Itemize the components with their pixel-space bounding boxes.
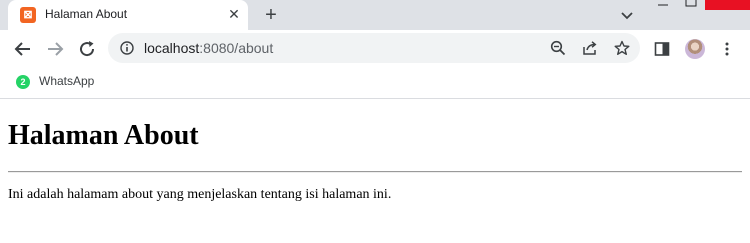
page-viewport: Halaman About Ini adalah halamam about y… xyxy=(0,99,750,243)
url-host: localhost xyxy=(144,40,200,56)
tab-title: Halaman About xyxy=(45,7,128,21)
forward-arrow-icon[interactable] xyxy=(44,38,66,60)
menu-kebab-icon[interactable] xyxy=(719,41,735,57)
bookmark-star-icon[interactable] xyxy=(614,40,630,56)
maximize-icon[interactable] xyxy=(680,0,702,10)
url-path: :8080/about xyxy=(199,40,274,56)
page-heading: Halaman About xyxy=(8,120,199,151)
page-paragraph: Ini adalah halamam about yang menjelaska… xyxy=(8,187,392,202)
zoom-icon[interactable] xyxy=(550,40,566,56)
tab-search-chevron-icon[interactable] xyxy=(618,6,636,24)
tab-close-icon[interactable]: ✕ xyxy=(226,6,242,22)
horizontal-rule xyxy=(8,171,742,173)
back-arrow-icon[interactable] xyxy=(12,38,34,60)
new-tab-button[interactable]: + xyxy=(260,4,282,26)
site-info-icon[interactable] xyxy=(120,41,134,55)
bookmarks-bar xyxy=(0,68,750,99)
window-close-button[interactable] xyxy=(705,0,750,10)
share-icon[interactable] xyxy=(582,40,598,56)
reload-icon[interactable] xyxy=(76,38,98,60)
xampp-favicon-icon: ⊠ xyxy=(20,7,36,23)
tab-halaman-about[interactable]: ⊠ Halaman About ✕ xyxy=(8,0,248,30)
address-bar[interactable]: localhost:8080/about xyxy=(108,33,640,63)
minimize-icon[interactable] xyxy=(652,0,674,10)
bookmark-whatsapp[interactable]: WhatsApp xyxy=(39,74,94,88)
url-text[interactable]: localhost:8080/about xyxy=(144,40,273,56)
whatsapp-icon[interactable]: 2 xyxy=(16,75,30,89)
side-panel-icon[interactable] xyxy=(654,41,670,57)
profile-avatar[interactable] xyxy=(685,39,705,59)
tab-strip: ⊠ Halaman About ✕ + xyxy=(0,0,750,30)
browser-toolbar: localhost:8080/about xyxy=(0,30,750,68)
